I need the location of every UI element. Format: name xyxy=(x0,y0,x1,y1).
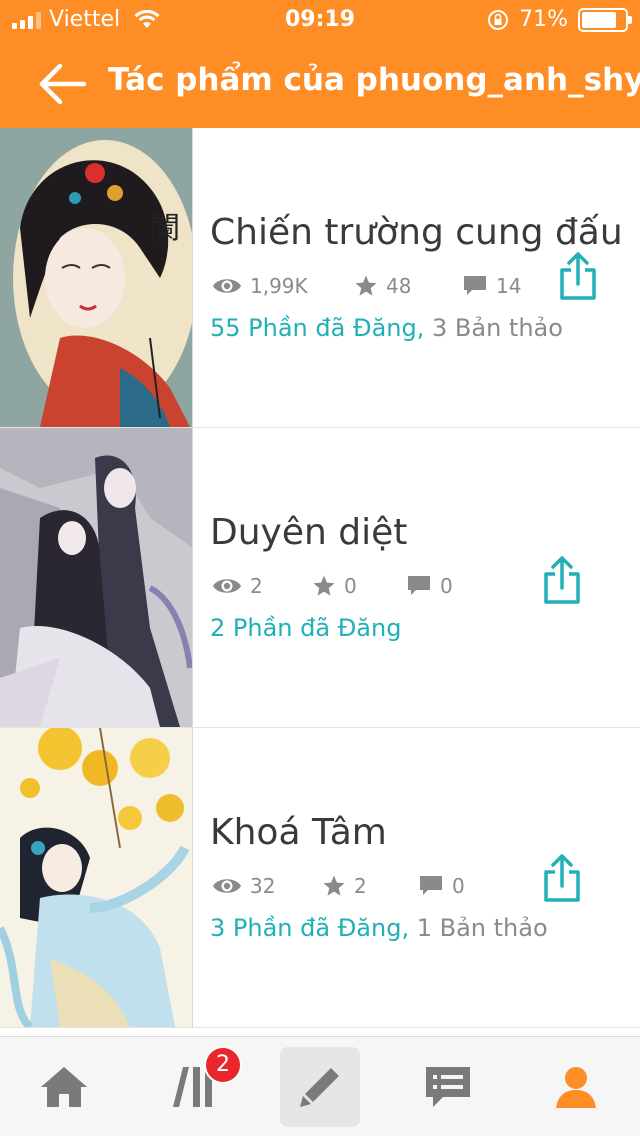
tab-profile[interactable] xyxy=(536,1047,616,1127)
bottom-tab-bar xyxy=(0,1036,640,1136)
draft-parts: 3 Bản thảo xyxy=(432,314,563,342)
home-icon xyxy=(41,1067,87,1107)
published-parts: 3 Phần đã Đăng, xyxy=(210,914,410,942)
story-parts: 2 Phần đã Đăng xyxy=(210,614,401,642)
comments-count: 0 xyxy=(452,874,465,898)
votes-stat: 48 xyxy=(354,274,411,298)
comment-icon xyxy=(464,276,486,295)
story-cover-image[interactable] xyxy=(0,728,193,1027)
share-icon[interactable] xyxy=(542,852,582,904)
votes-count: 48 xyxy=(386,274,412,298)
star-icon xyxy=(355,275,377,296)
comments-count: 0 xyxy=(440,574,453,598)
star-icon xyxy=(313,575,335,596)
story-list: 闌 Chiến trường cung đấu 1,99K 48 14 55 P… xyxy=(0,128,640,1028)
published-parts: 55 Phần đã Đăng, xyxy=(210,314,425,342)
eye-icon xyxy=(213,879,241,893)
tab-home[interactable] xyxy=(24,1047,104,1127)
published-parts: 2 Phần đã Đăng xyxy=(210,614,402,642)
story-parts: 3 Phần đã Đăng, 1 Bản thảo xyxy=(210,914,548,942)
eye-icon xyxy=(213,579,241,593)
views-count: 1,99K xyxy=(250,274,308,298)
comments-stat: 0 xyxy=(406,574,453,598)
top-bar: Viettel 09:19 71% Tác phẩm của phuong_an… xyxy=(0,0,640,128)
views-stat: 32 xyxy=(212,874,275,898)
back-arrow-icon[interactable] xyxy=(38,62,88,106)
share-icon[interactable] xyxy=(558,250,598,302)
profile-icon xyxy=(556,1067,596,1108)
views-stat: 2 xyxy=(212,574,263,598)
messages-icon xyxy=(426,1067,470,1107)
share-icon[interactable] xyxy=(542,554,582,606)
story-title[interactable]: Chiến trường cung đấu xyxy=(210,212,623,253)
votes-count: 2 xyxy=(354,874,367,898)
battery-percent: 71% xyxy=(519,7,568,32)
story-cover-image[interactable]: 闌 xyxy=(0,128,193,427)
write-icon xyxy=(300,1068,339,1107)
votes-stat: 0 xyxy=(312,574,357,598)
comments-stat: 14 xyxy=(462,274,521,298)
rotation-lock-icon xyxy=(488,9,509,30)
views-count: 2 xyxy=(250,574,263,598)
header: Tác phẩm của phuong_anh_shyn xyxy=(0,40,640,128)
comments-count: 14 xyxy=(496,274,522,298)
votes-count: 0 xyxy=(344,574,357,598)
draft-parts: 1 Bản thảo xyxy=(416,914,548,942)
story-title[interactable]: Duyên diệt xyxy=(210,512,407,553)
tab-messages[interactable] xyxy=(408,1047,488,1127)
eye-icon xyxy=(213,279,241,293)
star-icon xyxy=(323,875,345,896)
svg-text:闌: 闌 xyxy=(150,211,180,246)
views-count: 32 xyxy=(250,874,276,898)
tab-write[interactable] xyxy=(280,1047,360,1127)
comment-icon xyxy=(408,576,430,595)
story-item[interactable]: Khoá Tâm 32 2 0 3 Phần đã Đăng, 1 Bản th… xyxy=(0,728,640,1028)
story-cover-image[interactable] xyxy=(0,428,193,727)
votes-stat: 2 xyxy=(322,874,367,898)
status-right: 71% xyxy=(487,7,632,32)
battery-icon xyxy=(578,7,632,32)
story-item[interactable]: 闌 Chiến trường cung đấu 1,99K 48 14 55 P… xyxy=(0,128,640,428)
comment-icon xyxy=(420,876,442,895)
library-badge: 2 xyxy=(204,1046,242,1084)
status-bar: Viettel 09:19 71% xyxy=(0,0,640,40)
story-title[interactable]: Khoá Tâm xyxy=(210,812,387,853)
story-parts: 55 Phần đã Đăng, 3 Bản thảo xyxy=(210,314,563,342)
page-title: Tác phẩm của phuong_anh_shyn xyxy=(108,62,640,98)
comments-stat: 0 xyxy=(418,874,465,898)
story-item[interactable]: Duyên diệt 2 0 0 2 Phần đã Đăng xyxy=(0,428,640,728)
views-stat: 1,99K xyxy=(212,274,308,298)
